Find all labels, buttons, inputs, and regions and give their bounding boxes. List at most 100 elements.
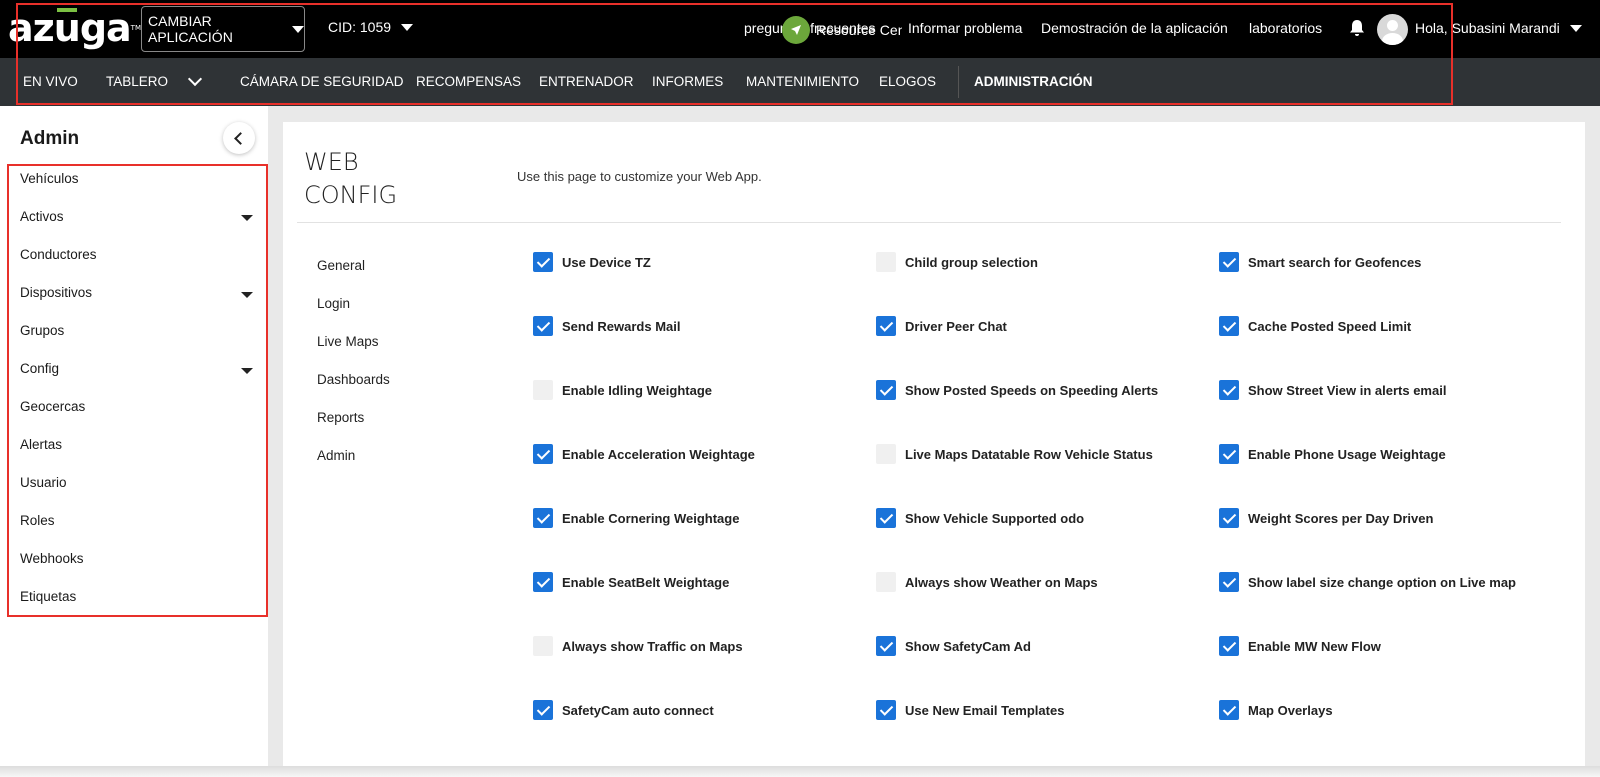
cid-dropdown[interactable]: CID: 1059 — [328, 19, 414, 35]
checkbox-checked[interactable] — [533, 444, 553, 464]
setting-row[interactable]: Show Posted Speeds on Speeding Alerts — [876, 380, 1158, 400]
sidebar-item-vehicles[interactable]: Vehículos — [20, 171, 79, 186]
setting-label: Weight Scores per Day Driven — [1248, 510, 1434, 526]
setting-row[interactable]: Live Maps Datatable Row Vehicle Status — [876, 444, 1153, 464]
setting-label: Enable SeatBelt Weightage — [562, 574, 730, 590]
setting-row[interactable]: Enable MW New Flow — [1219, 636, 1381, 656]
logo-text: az — [8, 6, 55, 50]
setting-row[interactable]: Smart search for Geofences — [1219, 252, 1421, 272]
setting-row[interactable]: Show Street View in alerts email — [1219, 380, 1446, 400]
setting-row[interactable]: Always show Traffic on Maps — [533, 636, 743, 656]
setting-row[interactable]: Child group selection — [876, 252, 1038, 272]
setting-row[interactable]: Driver Peer Chat — [876, 316, 1007, 336]
config-tab-general[interactable]: General — [317, 258, 365, 273]
checkbox-checked[interactable] — [876, 700, 896, 720]
config-tab-admin[interactable]: Admin — [317, 448, 355, 463]
setting-row[interactable]: Weight Scores per Day Driven — [1219, 508, 1433, 528]
collapse-sidebar-button[interactable] — [223, 122, 255, 154]
nav-dashboard[interactable]: TABLERO — [106, 74, 168, 89]
checkbox-unchecked[interactable] — [876, 572, 896, 592]
checkbox-unchecked[interactable] — [876, 252, 896, 272]
checkbox-unchecked[interactable] — [533, 636, 553, 656]
setting-row[interactable]: Use New Email Templates — [876, 700, 1064, 720]
setting-row[interactable]: Enable SeatBelt Weightage — [533, 572, 729, 592]
checkbox-checked[interactable] — [533, 700, 553, 720]
nav-admin[interactable]: ADMINISTRACIÓN — [974, 74, 1093, 89]
setting-row[interactable]: Enable Idling Weightage — [533, 380, 712, 400]
azuga-logo[interactable]: azugaTM — [8, 8, 141, 47]
app-demo-link[interactable]: Demostración de la aplicación — [1041, 20, 1228, 36]
nav-live[interactable]: EN VIVO — [23, 74, 78, 89]
setting-label: Child group selection — [905, 254, 1038, 270]
config-tab-reports[interactable]: Reports — [317, 410, 364, 425]
resource-center-button[interactable]: Resource Center — [782, 16, 922, 44]
sidebar-item-roles[interactable]: Roles — [20, 513, 55, 528]
sidebar-item-user[interactable]: Usuario — [20, 475, 67, 490]
setting-row[interactable]: Enable Acceleration Weightage — [533, 444, 755, 464]
checkbox-checked[interactable] — [1219, 316, 1239, 336]
setting-label: Enable Cornering Weightage — [562, 510, 740, 526]
user-menu[interactable]: Hola, Subasini Marandi — [1415, 20, 1582, 36]
sidebar-item-labels[interactable]: Etiquetas — [20, 589, 76, 604]
logo-tm: TM — [130, 24, 141, 32]
nav-safety-camera[interactable]: CÁMARA DE SEGURIDAD — [240, 74, 404, 89]
caret-down-icon[interactable] — [241, 368, 253, 374]
checkbox-checked[interactable] — [533, 252, 553, 272]
cid-label: CID: 1059 — [328, 19, 392, 35]
nav-rewards[interactable]: RECOMPENSAS — [416, 74, 521, 89]
setting-row[interactable]: SafetyCam auto connect — [533, 700, 714, 720]
sidebar-item-assets[interactable]: Activos — [20, 209, 64, 224]
caret-down-icon[interactable] — [241, 215, 253, 221]
checkbox-checked[interactable] — [876, 636, 896, 656]
setting-row[interactable]: Show SafetyCam Ad — [876, 636, 1031, 656]
switch-app-dropdown[interactable]: CAMBIAR APLICACIÓN — [141, 6, 305, 52]
checkbox-checked[interactable] — [533, 572, 553, 592]
user-avatar[interactable] — [1377, 14, 1408, 45]
setting-row[interactable]: Map Overlays — [1219, 700, 1333, 720]
checkbox-checked[interactable] — [533, 508, 553, 528]
setting-row[interactable]: Show Vehicle Supported odo — [876, 508, 1084, 528]
nav-maintenance[interactable]: MANTENIMIENTO — [746, 74, 859, 89]
sidebar-item-geofences[interactable]: Geocercas — [20, 399, 85, 414]
caret-down-icon[interactable] — [241, 292, 253, 298]
chevron-down-icon[interactable] — [187, 71, 203, 87]
config-tab-live-maps[interactable]: Live Maps — [317, 334, 379, 349]
sidebar-item-drivers[interactable]: Conductores — [20, 247, 97, 262]
checkbox-checked[interactable] — [1219, 380, 1239, 400]
checkbox-unchecked[interactable] — [876, 444, 896, 464]
sidebar-item-alerts[interactable]: Alertas — [20, 437, 62, 452]
bell-icon[interactable] — [1349, 19, 1365, 37]
page-title: WEB CONFIG — [304, 148, 398, 209]
nav-coach[interactable]: ENTRENADOR — [539, 74, 634, 89]
checkbox-checked[interactable] — [1219, 636, 1239, 656]
checkbox-checked[interactable] — [1219, 700, 1239, 720]
sidebar-item-devices[interactable]: Dispositivos — [20, 285, 92, 300]
sidebar-item-groups[interactable]: Grupos — [20, 323, 64, 338]
report-problem-link[interactable]: Informar problema — [902, 20, 1023, 36]
checkbox-checked[interactable] — [876, 380, 896, 400]
labs-link[interactable]: laboratorios — [1249, 20, 1322, 36]
checkbox-checked[interactable] — [1219, 572, 1239, 592]
setting-row[interactable]: Use Device TZ — [533, 252, 651, 272]
sidebar-item-config[interactable]: Config — [20, 361, 59, 376]
setting-row[interactable]: Enable Phone Usage Weightage — [1219, 444, 1446, 464]
nav-reports[interactable]: INFORMES — [652, 74, 723, 89]
checkbox-checked[interactable] — [1219, 252, 1239, 272]
setting-label: Cache Posted Speed Limit — [1248, 318, 1412, 334]
config-tab-login[interactable]: Login — [317, 296, 350, 311]
setting-row[interactable]: Show label size change option on Live ma… — [1219, 572, 1516, 592]
setting-row[interactable]: Send Rewards Mail — [533, 316, 680, 336]
setting-label: Enable Acceleration Weightage — [562, 446, 755, 462]
checkbox-checked[interactable] — [1219, 508, 1239, 528]
sidebar-item-webhooks[interactable]: Webhooks — [20, 551, 84, 566]
checkbox-checked[interactable] — [1219, 444, 1239, 464]
config-tab-dashboards[interactable]: Dashboards — [317, 372, 390, 387]
setting-row[interactable]: Cache Posted Speed Limit — [1219, 316, 1411, 336]
checkbox-checked[interactable] — [876, 316, 896, 336]
setting-row[interactable]: Always show Weather on Maps — [876, 572, 1098, 592]
nav-elogs[interactable]: ELOGOS — [879, 74, 936, 89]
checkbox-checked[interactable] — [533, 316, 553, 336]
checkbox-checked[interactable] — [876, 508, 896, 528]
checkbox-unchecked[interactable] — [533, 380, 553, 400]
setting-row[interactable]: Enable Cornering Weightage — [533, 508, 739, 528]
